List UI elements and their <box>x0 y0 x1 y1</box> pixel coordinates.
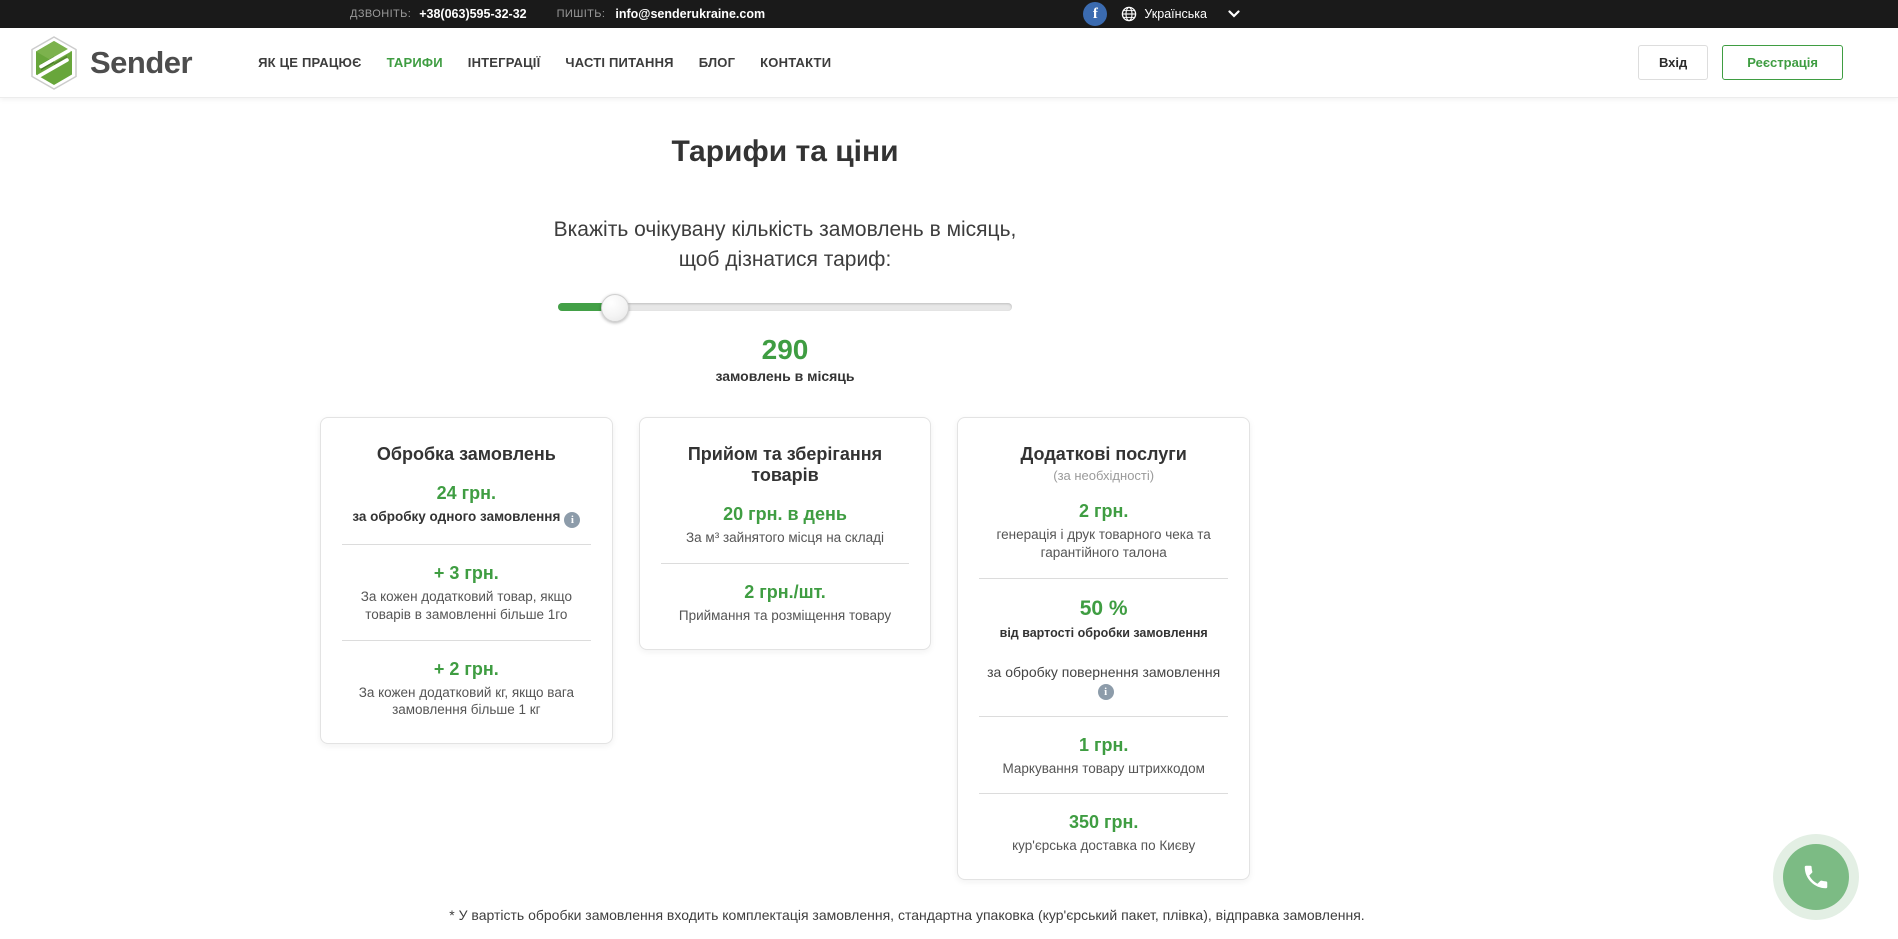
card-subtitle: (за необхідності) <box>977 468 1230 483</box>
language-switcher[interactable]: Українська <box>1121 6 1240 22</box>
nav-item-integrations[interactable]: ІНТЕГРАЦІЇ <box>468 55 541 70</box>
orders-count-label: замовлень в місяць <box>320 368 1250 384</box>
price-value: 50 % <box>977 597 1230 621</box>
email-link[interactable]: info@senderukraine.com <box>615 7 765 21</box>
divider <box>342 544 591 545</box>
price-description: За кожен додатковий кг, якщо вага замовл… <box>340 684 593 720</box>
price-value: 20 грн. в день <box>659 504 912 525</box>
price-description: За м³ зайнятого місця на складі <box>659 529 912 547</box>
page: ДЗВОНІТЬ: +38(063)595-32-32 ПИШІТЬ: info… <box>0 0 1898 939</box>
register-button[interactable]: Реєстрація <box>1722 45 1843 80</box>
slider-prompt: Вкажіть очікувану кількість замовлень в … <box>320 215 1250 275</box>
price-description: За кожен додатковий товар, якщо товарів … <box>340 588 593 624</box>
card-title: Обробка замовлень <box>340 444 593 465</box>
chevron-down-icon <box>1228 10 1240 18</box>
price-value: + 2 грн. <box>340 659 593 680</box>
facebook-icon[interactable]: f <box>1083 2 1107 26</box>
sender-logo-icon <box>30 36 78 90</box>
topbar: ДЗВОНІТЬ: +38(063)595-32-32 ПИШІТЬ: info… <box>0 0 1898 28</box>
price-value: + 3 грн. <box>340 563 593 584</box>
price-description: Приймання та розміщення товару <box>659 607 912 625</box>
price-description: генерація і друк товарного чека та гаран… <box>977 526 1230 562</box>
globe-icon <box>1121 6 1137 22</box>
slider-prompt-line2: щоб дізнатися тариф: <box>320 245 1250 275</box>
nav-item-how-it-works[interactable]: ЯК ЦЕ ПРАЦЮЄ <box>258 55 361 70</box>
pricing-cards: Обробка замовлень 24 грн. за обробку одн… <box>320 417 1250 880</box>
price-description: від вартості обробки замовлення <box>977 625 1230 642</box>
card-order-processing: Обробка замовлень 24 грн. за обробку одн… <box>320 417 613 744</box>
price-description: Маркування товару штрихкодом <box>977 760 1230 778</box>
header: Sender ЯК ЦЕ ПРАЦЮЄ ТАРИФИ ІНТЕГРАЦІЇ ЧА… <box>0 28 1898 98</box>
price-extra-description: за обробку повернення замовленняi <box>977 664 1230 700</box>
phone-icon <box>1801 862 1831 892</box>
nav-item-faq[interactable]: ЧАСТІ ПИТАННЯ <box>565 55 673 70</box>
divider <box>979 578 1228 579</box>
info-icon[interactable]: i <box>1098 684 1114 700</box>
price-description: за обробку одного замовленняi <box>340 508 593 528</box>
nav-item-contacts[interactable]: КОНТАКТИ <box>760 55 831 70</box>
card-title: Додаткові послуги <box>977 444 1230 465</box>
divider <box>342 640 591 641</box>
call-fab-button[interactable] <box>1783 844 1849 910</box>
main-nav: ЯК ЦЕ ПРАЦЮЄ ТАРИФИ ІНТЕГРАЦІЇ ЧАСТІ ПИТ… <box>258 55 831 70</box>
write-label: ПИШІТЬ: <box>557 8 606 20</box>
pricing-footnote: * У вартість обробки замовлення входить … <box>0 907 1814 923</box>
slider-prompt-line1: Вкажіть очікувану кількість замовлень в … <box>320 215 1250 245</box>
call-label: ДЗВОНІТЬ: <box>350 8 411 20</box>
price-value: 2 грн. <box>977 501 1230 522</box>
price-value: 2 грн./шт. <box>659 582 912 603</box>
login-button[interactable]: Вхід <box>1638 45 1708 80</box>
page-title: Тарифи та ціни <box>320 135 1250 169</box>
tariffs-section: Тарифи та ціни Вкажіть очікувану кількіс… <box>320 135 1250 880</box>
price-value: 24 грн. <box>340 483 593 504</box>
price-description: кур'єрська доставка по Києву <box>977 837 1230 855</box>
info-icon[interactable]: i <box>564 512 580 528</box>
topbar-contacts: ДЗВОНІТЬ: +38(063)595-32-32 ПИШІТЬ: info… <box>350 7 765 21</box>
price-value: 1 грн. <box>977 735 1230 756</box>
price-value: 350 грн. <box>977 812 1230 833</box>
nav-item-blog[interactable]: БЛОГ <box>699 55 735 70</box>
card-title: Прийом та зберігання товарів <box>659 444 912 486</box>
language-label: Українська <box>1144 7 1207 21</box>
card-storage: Прийом та зберігання товарів 20 грн. в д… <box>639 417 932 650</box>
divider <box>661 563 910 564</box>
nav-item-tariffs[interactable]: ТАРИФИ <box>387 55 443 70</box>
phone-link[interactable]: +38(063)595-32-32 <box>419 7 526 21</box>
slider-handle[interactable] <box>601 294 629 322</box>
orders-count-value: 290 <box>320 334 1250 366</box>
divider <box>979 716 1228 717</box>
brand-logo[interactable]: Sender <box>30 36 192 90</box>
divider <box>979 793 1228 794</box>
brand-name: Sender <box>90 45 192 81</box>
orders-slider[interactable] <box>558 293 1012 321</box>
card-additional-services: Додаткові послуги (за необхідності) 2 гр… <box>957 417 1250 880</box>
